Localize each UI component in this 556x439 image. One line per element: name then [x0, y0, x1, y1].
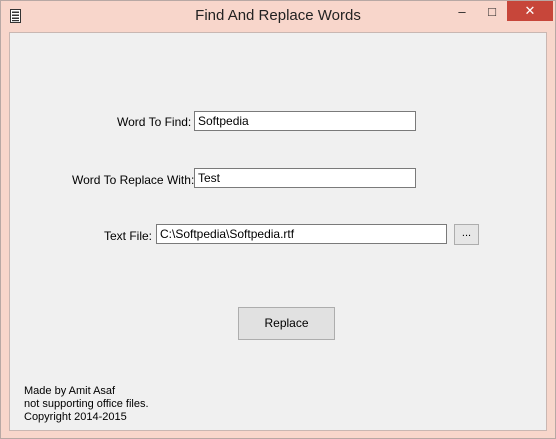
close-button[interactable]: ✕: [507, 1, 553, 21]
minimize-button[interactable]: –: [447, 1, 477, 21]
word-to-find-input[interactable]: Softpedia: [194, 111, 416, 131]
form-area: Word To Find: Softpedia Word To Replace …: [9, 32, 547, 431]
close-icon: ✕: [524, 3, 536, 18]
word-to-find-label: Word To Find:: [117, 115, 192, 129]
browse-button[interactable]: ...: [454, 224, 479, 245]
footer-info: Made by Amit Asaf not supporting office …: [24, 385, 149, 424]
title-bar[interactable]: Find And Replace Words – □ ✕: [1, 1, 555, 32]
word-to-replace-input[interactable]: Test: [194, 168, 416, 188]
text-file-input[interactable]: C:\Softpedia\Softpedia.rtf: [156, 224, 447, 244]
author-text: Made by Amit Asaf: [24, 385, 116, 397]
text-file-label: Text File:: [104, 229, 153, 243]
app-window: Find And Replace Words – □ ✕ Word To Fin…: [0, 0, 556, 439]
maximize-button[interactable]: □: [477, 1, 507, 21]
copyright-text: Copyright 2014-2015: [24, 411, 127, 423]
replace-button[interactable]: Replace: [238, 307, 335, 340]
minimize-icon: –: [458, 3, 466, 19]
maximize-icon: □: [488, 3, 496, 19]
word-to-replace-label: Word To Replace With:: [72, 173, 195, 187]
note-text: not supporting office files.: [24, 398, 149, 410]
